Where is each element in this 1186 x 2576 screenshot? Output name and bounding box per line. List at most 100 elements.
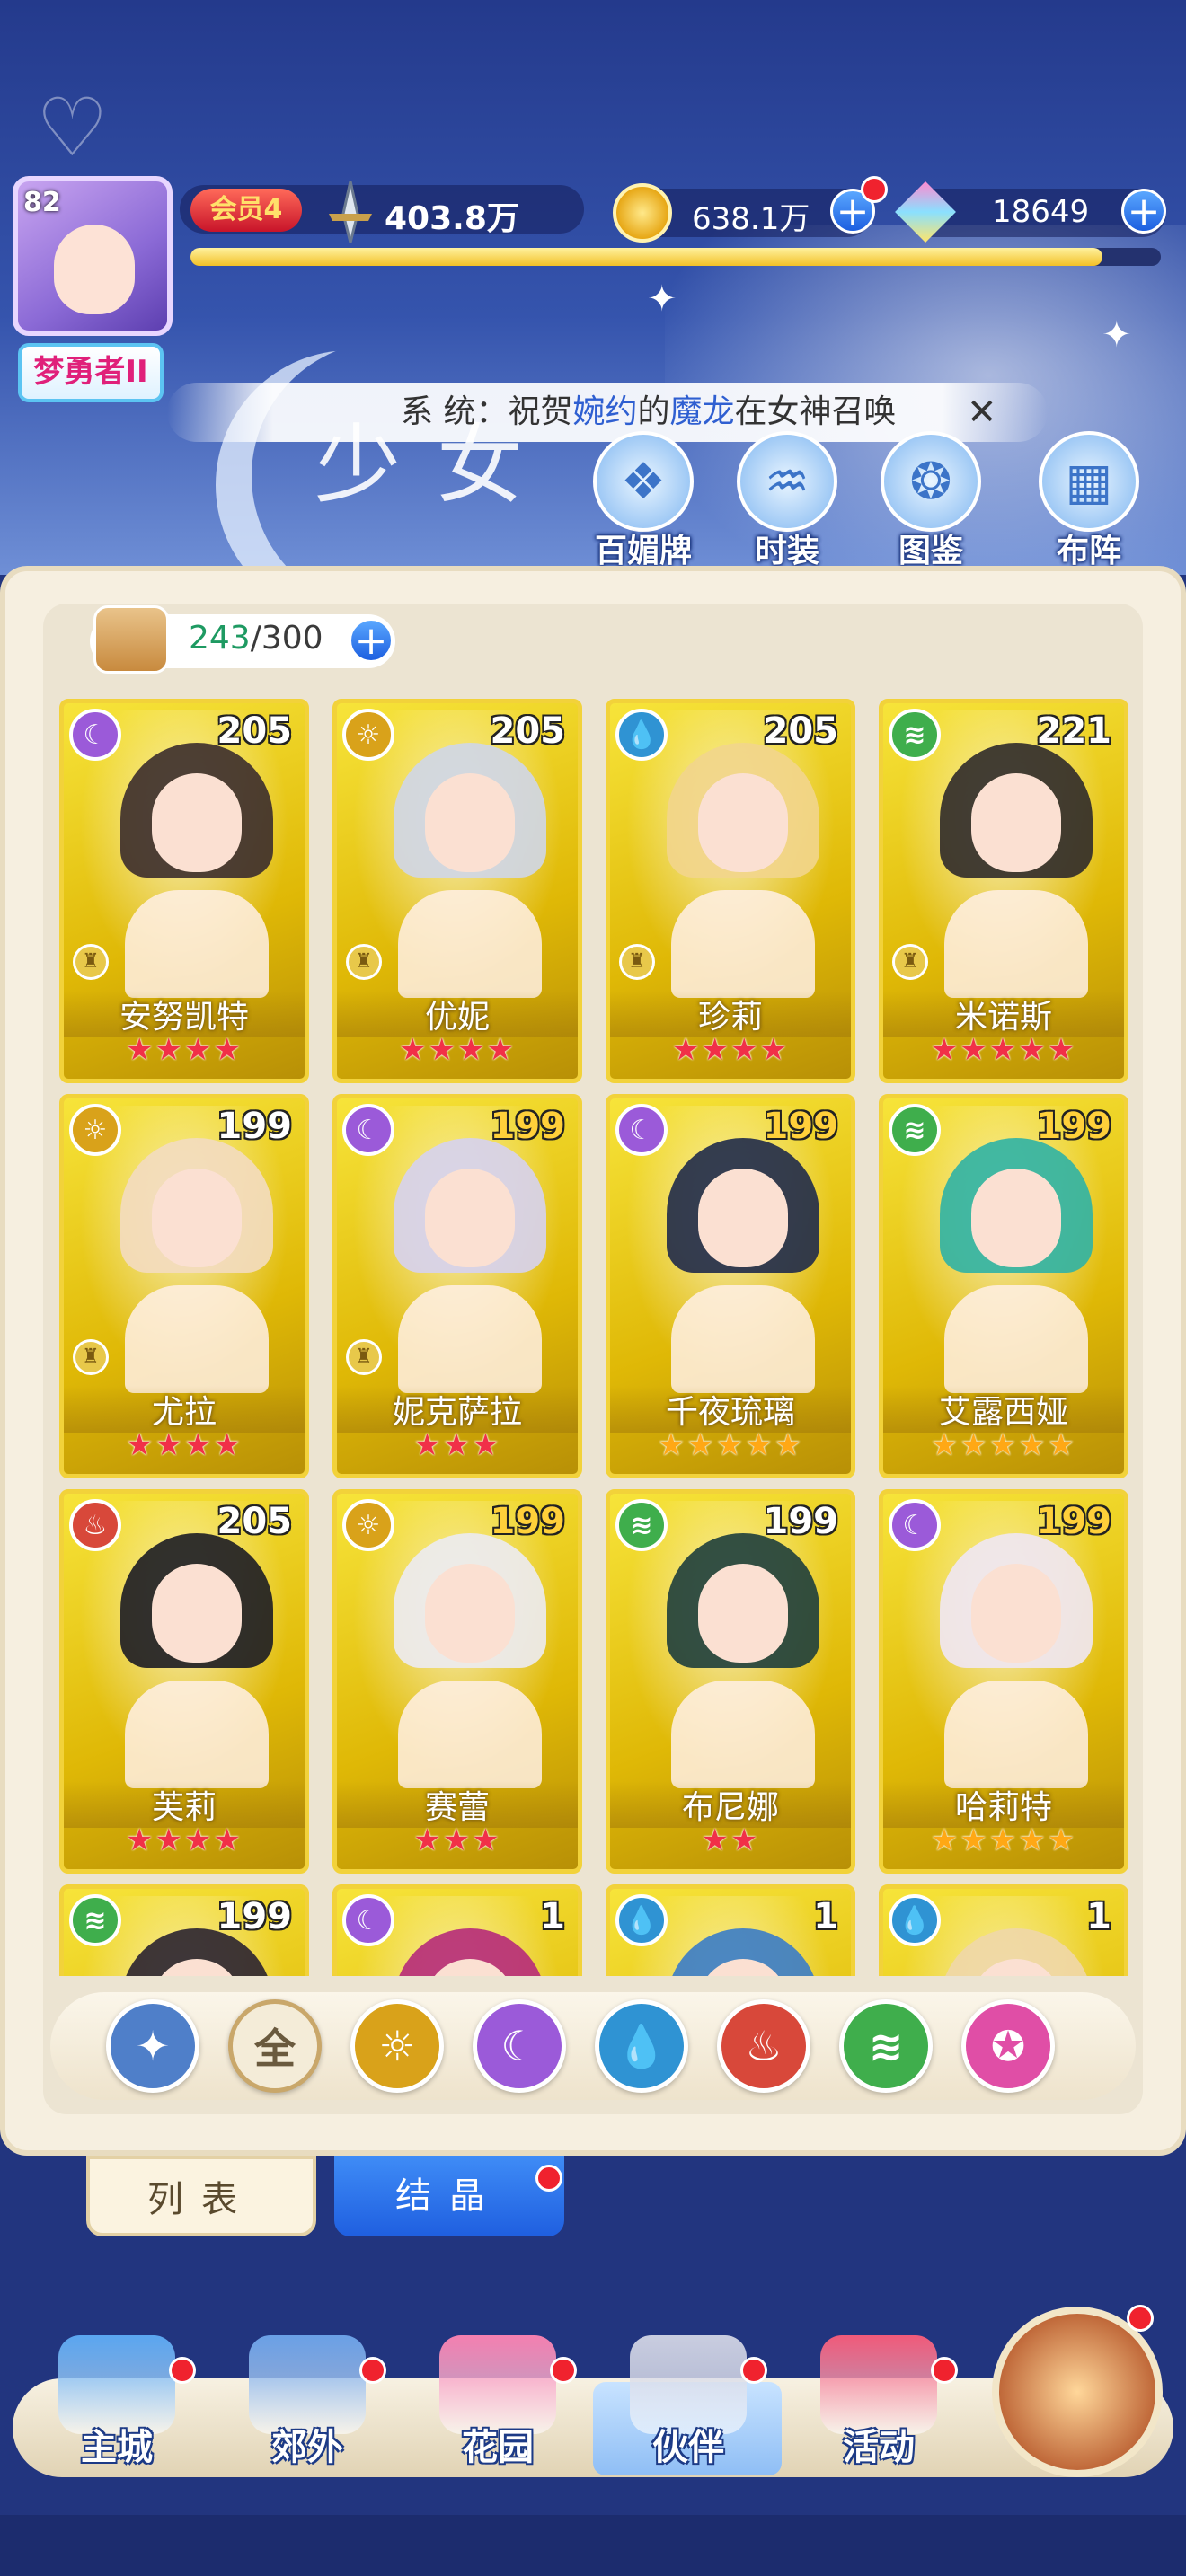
capacity-max: /300 xyxy=(250,620,323,657)
star-icon: ★ xyxy=(1047,1427,1077,1463)
star-icon: ★ xyxy=(184,1032,214,1068)
nav-item-2[interactable]: 花园 xyxy=(408,2335,588,2479)
notification-dot xyxy=(550,2357,577,2384)
notification-dot xyxy=(931,2357,958,2384)
nav-item-0[interactable]: 主城 xyxy=(27,2335,207,2479)
filter-moon-button[interactable]: ☾ xyxy=(473,1999,566,2093)
star-icon: ★ xyxy=(213,1427,243,1463)
companion-card[interactable]: ☾ 199 哈莉特 ★★★★★ xyxy=(879,1489,1128,1874)
companion-card[interactable]: ≋ 221 ♜ 米诺斯 ★★★★★ xyxy=(879,699,1128,1083)
star-icon: ★ xyxy=(960,1822,989,1858)
notification-dot xyxy=(535,2165,562,2192)
companion-level: 205 xyxy=(490,710,566,752)
nav-label: 伙伴 xyxy=(652,2427,724,2468)
formation-pawn-icon: ♜ xyxy=(346,1339,382,1375)
ticker-prefix: 系 统：祝贺 xyxy=(401,393,573,430)
companion-card[interactable]: ☼ 205 ♜ 优妮 ★★★★ xyxy=(332,699,582,1083)
capacity-text: 243/300 xyxy=(189,620,323,657)
nav-item-1[interactable]: 郊外 xyxy=(217,2335,397,2479)
expand-capacity-button[interactable]: + xyxy=(349,618,394,663)
star-icon: ★ xyxy=(126,1032,155,1068)
filter-sun-button[interactable]: ☼ xyxy=(350,1999,444,2093)
notification-dot xyxy=(169,2357,196,2384)
filter-fire-button[interactable]: ♨ xyxy=(717,1999,810,2093)
star-icon: ★ xyxy=(1018,1427,1048,1463)
companion-level: 205 xyxy=(763,710,839,752)
companion-level: 1 xyxy=(540,1896,565,1937)
sun-element-icon: ☼ xyxy=(69,1104,121,1156)
star-icon: ★ xyxy=(1018,1032,1048,1068)
companion-stars: ★★★ xyxy=(337,1822,578,1858)
close-ticker-icon[interactable]: ✕ xyxy=(967,392,997,433)
companion-card[interactable]: 💧 1 xyxy=(879,1884,1128,1976)
companion-card[interactable]: ≋ 199 艾露西娅 ★★★★★ xyxy=(879,1094,1128,1478)
companion-level: 205 xyxy=(217,710,293,752)
adventure-compass-icon[interactable] xyxy=(992,2307,1163,2477)
companion-card[interactable]: ☾ 199 千夜琉璃 ★★★★★ xyxy=(606,1094,855,1478)
wind-element-icon: ≋ xyxy=(889,709,941,761)
player-level: 82 xyxy=(23,187,61,218)
star-icon: ★ xyxy=(213,1032,243,1068)
companion-card[interactable]: ☼ 199 赛蕾 ★★★ xyxy=(332,1489,582,1874)
nav-label: 花园 xyxy=(462,2427,534,2468)
nav-item-3[interactable]: 伙伴 xyxy=(598,2335,778,2479)
top-button-formation[interactable]: ▦ 布阵 xyxy=(1033,431,1145,571)
star-icon: ★ xyxy=(155,1032,184,1068)
portrait-body xyxy=(125,1681,269,1788)
avatar-face xyxy=(54,225,135,314)
companion-level: 199 xyxy=(217,1896,293,1937)
moon-element-icon: ☾ xyxy=(615,1104,668,1156)
companion-stars: ★★★★★ xyxy=(883,1032,1124,1068)
tab-list[interactable]: 列表 xyxy=(86,2156,316,2236)
gem-amount: 18649 xyxy=(992,194,1090,230)
water-element-icon: 💧 xyxy=(615,709,668,761)
star-icon: ★ xyxy=(155,1427,184,1463)
star-icon: ★ xyxy=(657,1427,687,1463)
bottom-strip xyxy=(0,2515,1186,2576)
companion-name: 哈莉特 xyxy=(883,1781,1124,1828)
moon-element-icon: ☾ xyxy=(342,1104,394,1156)
top-button-cards[interactable]: ❖ 百媚牌 xyxy=(588,431,699,571)
filter-water-button[interactable]: 💧 xyxy=(595,1999,688,2093)
companion-card[interactable]: 💧 205 ♜ 珍莉 ★★★★ xyxy=(606,699,855,1083)
top-button-label: 图鉴 xyxy=(898,533,963,569)
star-icon: ★ xyxy=(399,1032,429,1068)
rank-title[interactable]: 梦勇者II xyxy=(18,343,164,402)
companion-level: 205 xyxy=(217,1501,293,1542)
sun-element-icon: ☼ xyxy=(342,709,394,761)
sparkle-icon: ✦ xyxy=(647,278,677,320)
companion-card[interactable]: 💧 1 xyxy=(606,1884,855,1976)
filter-star-element-button[interactable]: ✪ xyxy=(961,1999,1055,2093)
companion-card[interactable]: ☾ 1 xyxy=(332,1884,582,1976)
companion-grid: ☾ 205 ♜ 安努凯特 ★★★★ ☼ 205 ♜ 优妮 ★★★★ 💧 205 ♜ 珍莉 ★★★★ ≋ 221 ♜… xyxy=(59,699,1137,1976)
player-avatar[interactable]: 82 xyxy=(13,176,173,336)
top-button-codex[interactable]: ❂ 图鉴 xyxy=(875,431,987,571)
companion-name: 千夜琉璃 xyxy=(610,1386,851,1433)
companion-stars: ★★★★★ xyxy=(610,1427,851,1463)
companion-card[interactable]: ≋ 199 布尼娜 ★★ xyxy=(606,1489,855,1874)
tab-crystal[interactable]: 结晶 xyxy=(334,2156,564,2236)
nav-label: 郊外 xyxy=(271,2427,343,2468)
companion-card[interactable]: ☼ 199 ♜ 尤拉 ★★★★ xyxy=(59,1094,309,1478)
companion-card[interactable]: ♨ 205 芙莉 ★★★★ xyxy=(59,1489,309,1874)
star-icon: ★ xyxy=(413,1427,443,1463)
companion-card[interactable]: ☾ 199 ♜ 妮克萨拉 ★★★ xyxy=(332,1094,582,1478)
filter-all-button[interactable]: 全 xyxy=(228,1999,322,2093)
formation-pawn-icon: ♜ xyxy=(619,944,655,980)
companion-card[interactable]: ≋ 199 xyxy=(59,1884,309,1976)
star-icon: ★ xyxy=(960,1032,989,1068)
star-icon: ★ xyxy=(988,1822,1019,1858)
add-gems-button[interactable]: + xyxy=(1121,189,1166,234)
vip-badge[interactable]: 会员4 xyxy=(190,189,302,232)
ticker-item: 魔龙 xyxy=(669,393,735,430)
top-button-outfit[interactable]: ♒ 时装 xyxy=(731,431,843,571)
portrait-face xyxy=(698,1169,788,1267)
companion-stars: ★★★★★ xyxy=(883,1427,1124,1463)
companion-card[interactable]: ☾ 205 ♜ 安努凯特 ★★★★ xyxy=(59,699,309,1083)
filter-wind-button[interactable]: ≋ xyxy=(839,1999,933,2093)
star-icon: ★ xyxy=(126,1427,155,1463)
filter-star-button[interactable]: ✦ xyxy=(106,1999,199,2093)
star-icon: ★ xyxy=(472,1822,501,1858)
nav-item-4[interactable]: 活动 xyxy=(789,2335,969,2479)
portrait-face xyxy=(698,1564,788,1663)
